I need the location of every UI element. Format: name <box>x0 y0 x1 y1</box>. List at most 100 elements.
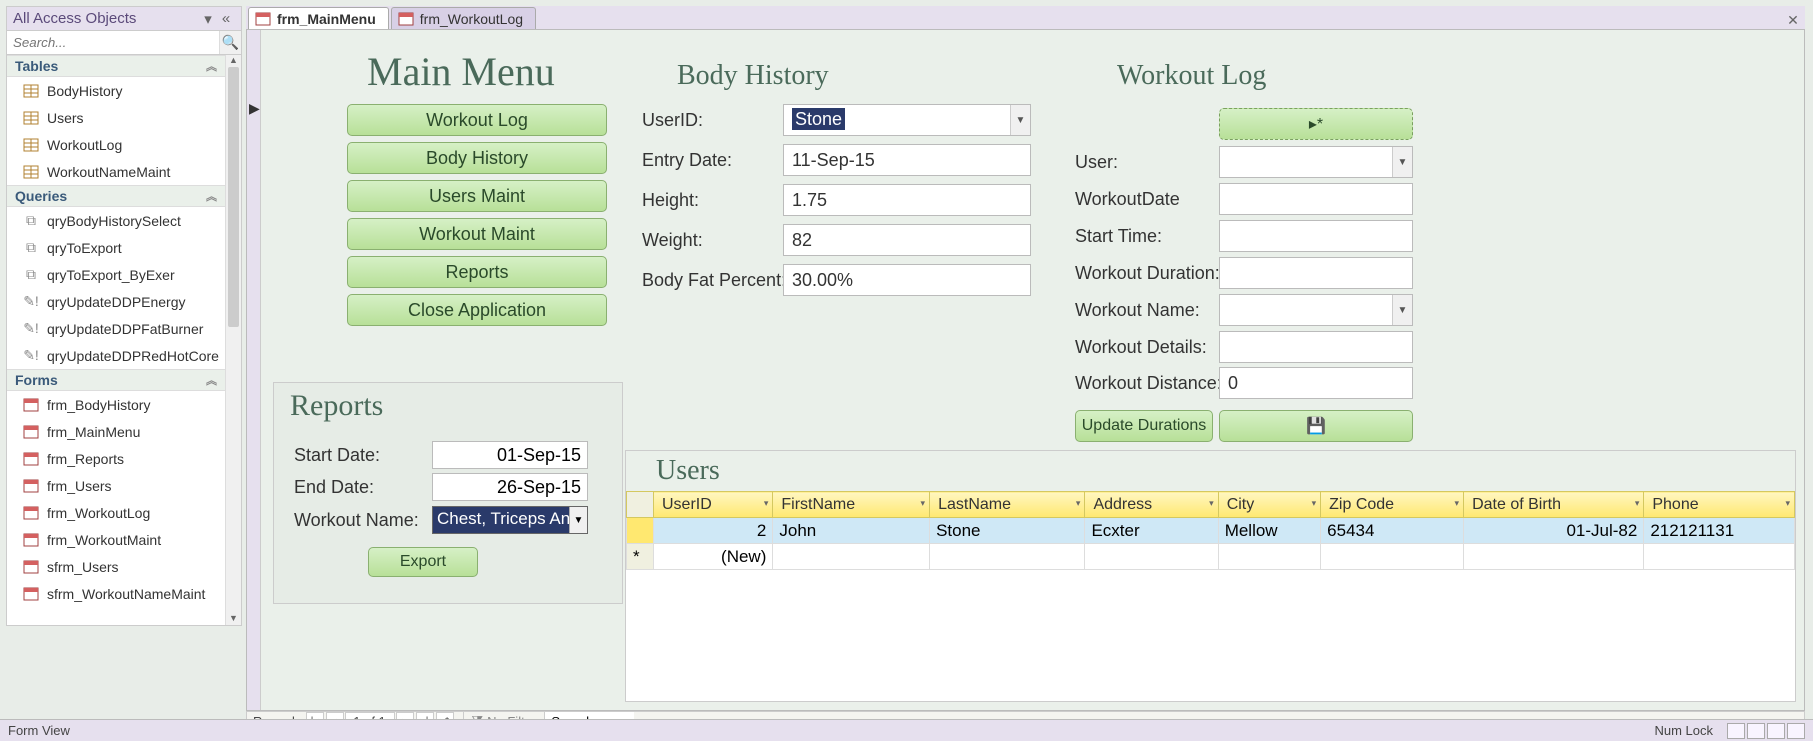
nav-item-frm_users[interactable]: frm_Users <box>7 472 225 499</box>
shutter-bar[interactable]: ▶ <box>247 30 261 710</box>
nav-section-tables[interactable]: Tables︽ <box>7 55 225 77</box>
users-grid[interactable]: UserID▾FirstName▾LastName▾Address▾City▾Z… <box>626 491 1795 570</box>
users-maint-button[interactable]: Users Maint <box>347 180 607 212</box>
table-row-new[interactable]: * (New) <box>627 544 1795 570</box>
workout-maint-button[interactable]: Workout Maint <box>347 218 607 250</box>
bodyfat-input[interactable] <box>783 264 1031 296</box>
column-dropdown-icon[interactable]: ▾ <box>1076 498 1081 509</box>
wl-user-combo[interactable]: ▼ <box>1219 146 1413 178</box>
table-row[interactable]: 2 John Stone Ecxter Mellow 65434 01-Jul-… <box>627 518 1795 544</box>
nav-item-frm_workoutlog[interactable]: frm_WorkoutLog <box>7 499 225 526</box>
column-firstname[interactable]: FirstName▾ <box>773 492 930 518</box>
rp-end-input[interactable] <box>432 473 588 501</box>
weight-input[interactable] <box>783 224 1031 256</box>
nav-item-sfrm_workoutnamemaint[interactable]: sfrm_WorkoutNameMaint <box>7 580 225 607</box>
nav-item-workoutnamemaint[interactable]: WorkoutNameMaint <box>7 158 225 185</box>
cell-new[interactable]: (New) <box>654 544 773 570</box>
cell-lastname[interactable]: Stone <box>930 518 1085 544</box>
nav-item-users[interactable]: Users <box>7 104 225 131</box>
nav-item-frm_workoutmaint[interactable]: frm_WorkoutMaint <box>7 526 225 553</box>
view-datasheet-icon[interactable] <box>1747 723 1765 739</box>
column-dropdown-icon[interactable]: ▾ <box>1785 498 1790 509</box>
nav-item-qrytoexport_byexer[interactable]: ⧉qryToExport_ByExer <box>7 261 225 288</box>
column-lastname[interactable]: LastName▾ <box>930 492 1085 518</box>
search-icon[interactable]: 🔍 <box>219 31 241 54</box>
cell-firstname[interactable]: John <box>773 518 930 544</box>
workout-log-button[interactable]: Workout Log <box>347 104 607 136</box>
nav-item-qryupdateddpenergy[interactable]: ✎!qryUpdateDDPEnergy <box>7 288 225 315</box>
nav-item-sfrm_users[interactable]: sfrm_Users <box>7 553 225 580</box>
tab-frm_mainmenu[interactable]: frm_MainMenu <box>248 7 389 29</box>
row-header-corner[interactable] <box>627 492 654 518</box>
column-dropdown-icon[interactable]: ▾ <box>764 498 769 509</box>
column-dropdown-icon[interactable]: ▾ <box>1635 498 1640 509</box>
column-date-of-birth[interactable]: Date of Birth▾ <box>1464 492 1644 518</box>
collapse-icon[interactable]: ︽ <box>206 372 217 388</box>
view-form-icon[interactable] <box>1727 723 1745 739</box>
nav-collapse-icon[interactable]: « <box>217 10 235 27</box>
wl-details-input[interactable] <box>1219 331 1413 363</box>
dropdown-icon[interactable]: ▼ <box>1010 105 1030 135</box>
nav-section-forms[interactable]: Forms︽ <box>7 369 225 391</box>
cell-zip[interactable]: 65434 <box>1321 518 1464 544</box>
collapse-icon[interactable]: ︽ <box>206 188 217 204</box>
wl-date-input[interactable] <box>1219 183 1413 215</box>
column-dropdown-icon[interactable]: ▾ <box>1209 498 1214 509</box>
column-dropdown-icon[interactable]: ▾ <box>1312 498 1317 509</box>
scroll-up-icon[interactable]: ▲ <box>226 55 241 67</box>
scroll-down-icon[interactable]: ▼ <box>226 613 241 625</box>
cell-phone[interactable]: 212121131 <box>1644 518 1795 544</box>
view-layout-icon[interactable] <box>1767 723 1785 739</box>
column-dropdown-icon[interactable]: ▾ <box>921 498 926 509</box>
collapse-icon[interactable]: ︽ <box>206 58 217 74</box>
row-selector[interactable]: * <box>627 544 654 570</box>
wl-duration-input[interactable] <box>1219 257 1413 289</box>
rp-start-input[interactable] <box>432 441 588 469</box>
userid-combo[interactable]: Stone ▼ <box>783 104 1031 136</box>
close-tab-icon[interactable]: ✕ <box>1781 12 1805 29</box>
column-address[interactable]: Address▾ <box>1085 492 1218 518</box>
wl-name-combo[interactable]: ▼ <box>1219 294 1413 326</box>
workout-new-button[interactable]: ▸* <box>1219 108 1413 140</box>
reports-button[interactable]: Reports <box>347 256 607 288</box>
nav-dropdown-icon[interactable]: ▾ <box>199 10 217 28</box>
nav-item-qryupdateddpfatburner[interactable]: ✎!qryUpdateDDPFatBurner <box>7 315 225 342</box>
dropdown-icon[interactable]: ▼ <box>1392 295 1412 325</box>
column-phone[interactable]: Phone▾ <box>1644 492 1795 518</box>
entrydate-input[interactable] <box>783 144 1031 176</box>
nav-scrollbar[interactable]: ▲ ▼ <box>225 55 241 625</box>
cell-city[interactable]: Mellow <box>1218 518 1320 544</box>
wl-distance-input[interactable] <box>1219 367 1413 399</box>
nav-search-input[interactable] <box>7 31 219 54</box>
cell-address[interactable]: Ecxter <box>1085 518 1218 544</box>
height-input[interactable] <box>783 184 1031 216</box>
cell-dob[interactable]: 01-Jul-82 <box>1464 518 1644 544</box>
wl-start-input[interactable] <box>1219 220 1413 252</box>
cell-userid[interactable]: 2 <box>654 518 773 544</box>
nav-item-qryupdateddpredhotcore[interactable]: ✎!qryUpdateDDPRedHotCore <box>7 342 225 369</box>
nav-item-frm_bodyhistory[interactable]: frm_BodyHistory <box>7 391 225 418</box>
update-durations-button[interactable]: Update Durations <box>1075 410 1213 442</box>
tab-frm_workoutlog[interactable]: frm_WorkoutLog <box>391 7 536 29</box>
dropdown-icon[interactable]: ▼ <box>569 507 587 533</box>
nav-item-qrytoexport[interactable]: ⧉qryToExport <box>7 234 225 261</box>
column-userid[interactable]: UserID▾ <box>654 492 773 518</box>
view-design-icon[interactable] <box>1787 723 1805 739</box>
dropdown-icon[interactable]: ▼ <box>1392 147 1412 177</box>
row-selector[interactable] <box>627 518 654 544</box>
nav-section-queries[interactable]: Queries︽ <box>7 185 225 207</box>
scroll-thumb[interactable] <box>228 67 239 327</box>
nav-item-frm_mainmenu[interactable]: frm_MainMenu <box>7 418 225 445</box>
rp-workout-combo[interactable]: Chest, Triceps An ▼ <box>432 506 588 534</box>
nav-item-frm_reports[interactable]: frm_Reports <box>7 445 225 472</box>
nav-header[interactable]: All Access Objects ▾ « <box>7 7 241 31</box>
nav-item-qrybodyhistoryselect[interactable]: ⧉qryBodyHistorySelect <box>7 207 225 234</box>
nav-item-bodyhistory[interactable]: BodyHistory <box>7 77 225 104</box>
nav-item-workoutlog[interactable]: WorkoutLog <box>7 131 225 158</box>
column-dropdown-icon[interactable]: ▾ <box>1455 498 1460 509</box>
close-application-button[interactable]: Close Application <box>347 294 607 326</box>
save-button[interactable]: 💾 <box>1219 410 1413 442</box>
body-history-button[interactable]: Body History <box>347 142 607 174</box>
column-zip-code[interactable]: Zip Code▾ <box>1321 492 1464 518</box>
column-city[interactable]: City▾ <box>1218 492 1320 518</box>
